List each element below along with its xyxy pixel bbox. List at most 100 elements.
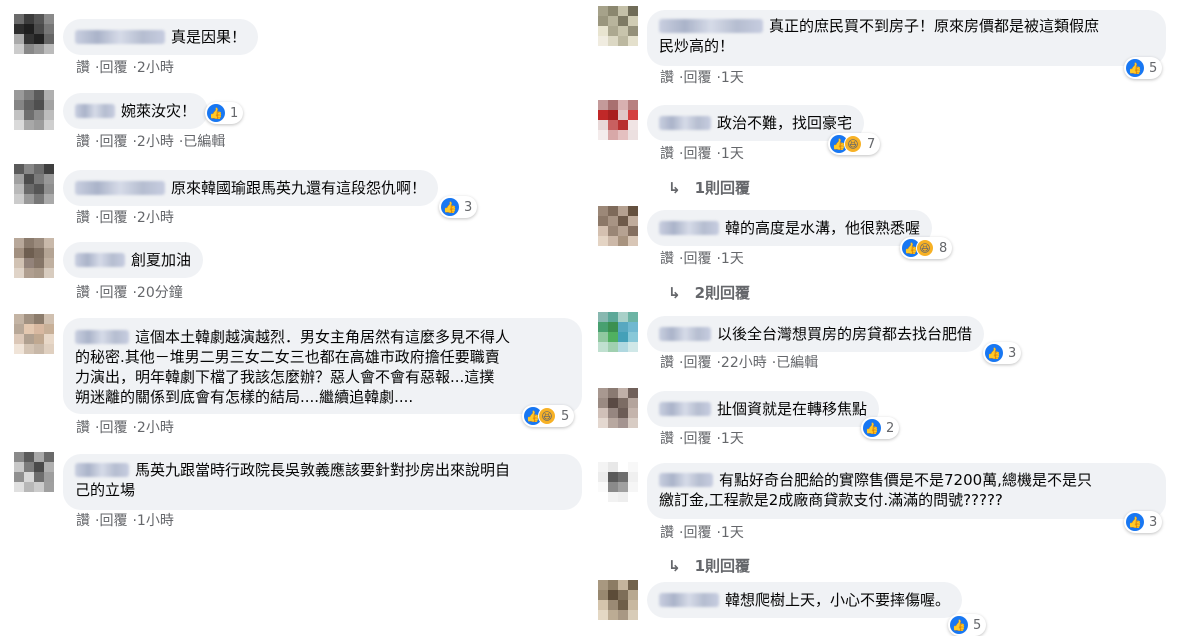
reaction-summary[interactable]: 👍 😆 7: [828, 133, 881, 155]
timestamp[interactable]: 22小時: [721, 355, 767, 371]
timestamp[interactable]: 1天: [721, 146, 744, 162]
comment-bubble: 韓的高度是水溝，他很熟悉喔: [647, 210, 933, 246]
haha-reaction-icon: 😆: [916, 239, 934, 257]
author-name[interactable]: [659, 221, 719, 235]
like-link[interactable]: 讚: [660, 251, 674, 267]
like-link[interactable]: 讚: [660, 355, 674, 371]
reply-link[interactable]: 回覆: [99, 513, 127, 529]
author-name[interactable]: [659, 327, 711, 341]
comment-actions: 讚 ·回覆 ·1天: [660, 525, 744, 541]
like-link[interactable]: 讚: [76, 420, 90, 436]
reply-link[interactable]: 回覆: [99, 60, 127, 76]
author-name[interactable]: [75, 330, 129, 344]
avatar[interactable]: [14, 314, 54, 354]
timestamp[interactable]: 1天: [721, 431, 744, 447]
author-name[interactable]: [75, 30, 165, 44]
comment-text-line: 民炒高的！: [659, 37, 735, 55]
reaction-summary[interactable]: 👍 😆 5: [522, 405, 575, 427]
reply-link[interactable]: 回覆: [99, 210, 127, 226]
reaction-summary[interactable]: 👍 😆 8: [900, 237, 953, 259]
timestamp[interactable]: 2小時: [137, 210, 174, 226]
reply-link[interactable]: 回覆: [683, 355, 711, 371]
reaction-count: 5: [973, 617, 982, 633]
reply-link[interactable]: 回覆: [683, 70, 711, 86]
avatar[interactable]: [598, 388, 638, 428]
view-replies-link[interactable]: ↳ 1則回覆: [668, 177, 750, 198]
comment-bubble: 馬英九跟當時行政院長吳敦義應該要針對抄房出來說明自 己的立場: [63, 454, 582, 510]
reaction-count: 5: [1149, 60, 1158, 76]
comment-text-line: 繳訂金,工程款是2成廠商貸款支付.滿滿的問號?????: [659, 491, 1003, 509]
reaction-count: 3: [1008, 345, 1017, 361]
avatar[interactable]: [14, 14, 54, 54]
comment-actions: 讚 ·回覆 ·2小時: [76, 420, 174, 436]
comment-bubble: 真正的庶民買不到房子！原來房價都是被這類假庶 民炒高的！: [647, 10, 1166, 66]
timestamp[interactable]: 1天: [721, 251, 744, 267]
reply-count: 1則回覆: [694, 179, 751, 197]
like-link[interactable]: 讚: [76, 60, 90, 76]
author-name[interactable]: [75, 181, 165, 195]
like-reaction-icon: 👍: [985, 344, 1003, 362]
avatar[interactable]: [598, 6, 638, 46]
reaction-summary[interactable]: 👍 5: [1124, 57, 1163, 79]
timestamp[interactable]: 1小時: [137, 513, 174, 529]
author-name[interactable]: [659, 402, 711, 416]
reaction-summary[interactable]: 👍 3: [1124, 511, 1163, 533]
reaction-summary[interactable]: 👍 3: [439, 196, 478, 218]
comment-text: 婉萊汝灾！: [121, 102, 197, 120]
timestamp[interactable]: 2小時: [137, 134, 174, 150]
comment-actions: 讚 ·回覆 ·1天: [660, 251, 744, 267]
reply-link[interactable]: 回覆: [683, 431, 711, 447]
like-link[interactable]: 讚: [76, 285, 90, 301]
reaction-summary[interactable]: 👍 5: [948, 614, 987, 636]
avatar[interactable]: [598, 462, 638, 502]
reply-link[interactable]: 回覆: [99, 420, 127, 436]
author-name[interactable]: [75, 463, 129, 477]
reply-count: 2則回覆: [694, 284, 751, 302]
avatar[interactable]: [598, 100, 638, 140]
reply-link[interactable]: 回覆: [683, 146, 711, 162]
view-replies-link[interactable]: ↳ 1則回覆: [668, 555, 750, 576]
reaction-count: 8: [939, 240, 948, 256]
comment-bubble: 真是因果！: [63, 19, 259, 55]
like-link[interactable]: 讚: [660, 431, 674, 447]
comment-text-line: 馬英九跟當時行政院長吳敦義應該要針對抄房出來說明自: [135, 461, 511, 479]
reaction-count: 5: [561, 408, 570, 424]
avatar[interactable]: [14, 238, 54, 278]
author-name[interactable]: [659, 593, 719, 607]
like-link[interactable]: 讚: [660, 525, 674, 541]
timestamp[interactable]: 2小時: [137, 420, 174, 436]
like-link[interactable]: 讚: [76, 210, 90, 226]
avatar[interactable]: [14, 452, 54, 492]
reply-link[interactable]: 回覆: [99, 134, 127, 150]
reply-count: 1則回覆: [694, 557, 751, 575]
author-name[interactable]: [659, 19, 763, 33]
avatar[interactable]: [14, 164, 54, 204]
reply-link[interactable]: 回覆: [683, 251, 711, 267]
reply-link[interactable]: 回覆: [99, 285, 127, 301]
like-link[interactable]: 讚: [76, 513, 90, 529]
avatar[interactable]: [598, 312, 638, 352]
author-name[interactable]: [659, 473, 713, 487]
avatar[interactable]: [598, 580, 638, 620]
timestamp[interactable]: 20分鐘: [137, 285, 183, 301]
avatar[interactable]: [14, 90, 54, 130]
author-name[interactable]: [75, 253, 125, 267]
reaction-summary[interactable]: 👍 1: [205, 102, 244, 124]
haha-reaction-icon: 😆: [844, 135, 862, 153]
comment-actions: 讚 ·回覆 ·1小時: [76, 513, 174, 529]
like-link[interactable]: 讚: [660, 70, 674, 86]
author-name[interactable]: [75, 104, 115, 118]
comment-text-line: 的秘密.其他－堆男二男三女二女三也都在高雄市政府擔任要職賣: [75, 348, 500, 366]
avatar[interactable]: [598, 206, 638, 246]
comment-text: 政治不難，找回豪宅: [717, 114, 853, 132]
timestamp[interactable]: 1天: [721, 70, 744, 86]
reaction-summary[interactable]: 👍 3: [983, 342, 1022, 364]
timestamp[interactable]: 2小時: [137, 60, 174, 76]
view-replies-link[interactable]: ↳ 2則回覆: [668, 282, 750, 303]
like-link[interactable]: 讚: [76, 134, 90, 150]
like-link[interactable]: 讚: [660, 146, 674, 162]
reply-link[interactable]: 回覆: [683, 525, 711, 541]
author-name[interactable]: [659, 116, 711, 130]
timestamp[interactable]: 1天: [721, 525, 744, 541]
reaction-summary[interactable]: 👍 2: [861, 417, 900, 439]
